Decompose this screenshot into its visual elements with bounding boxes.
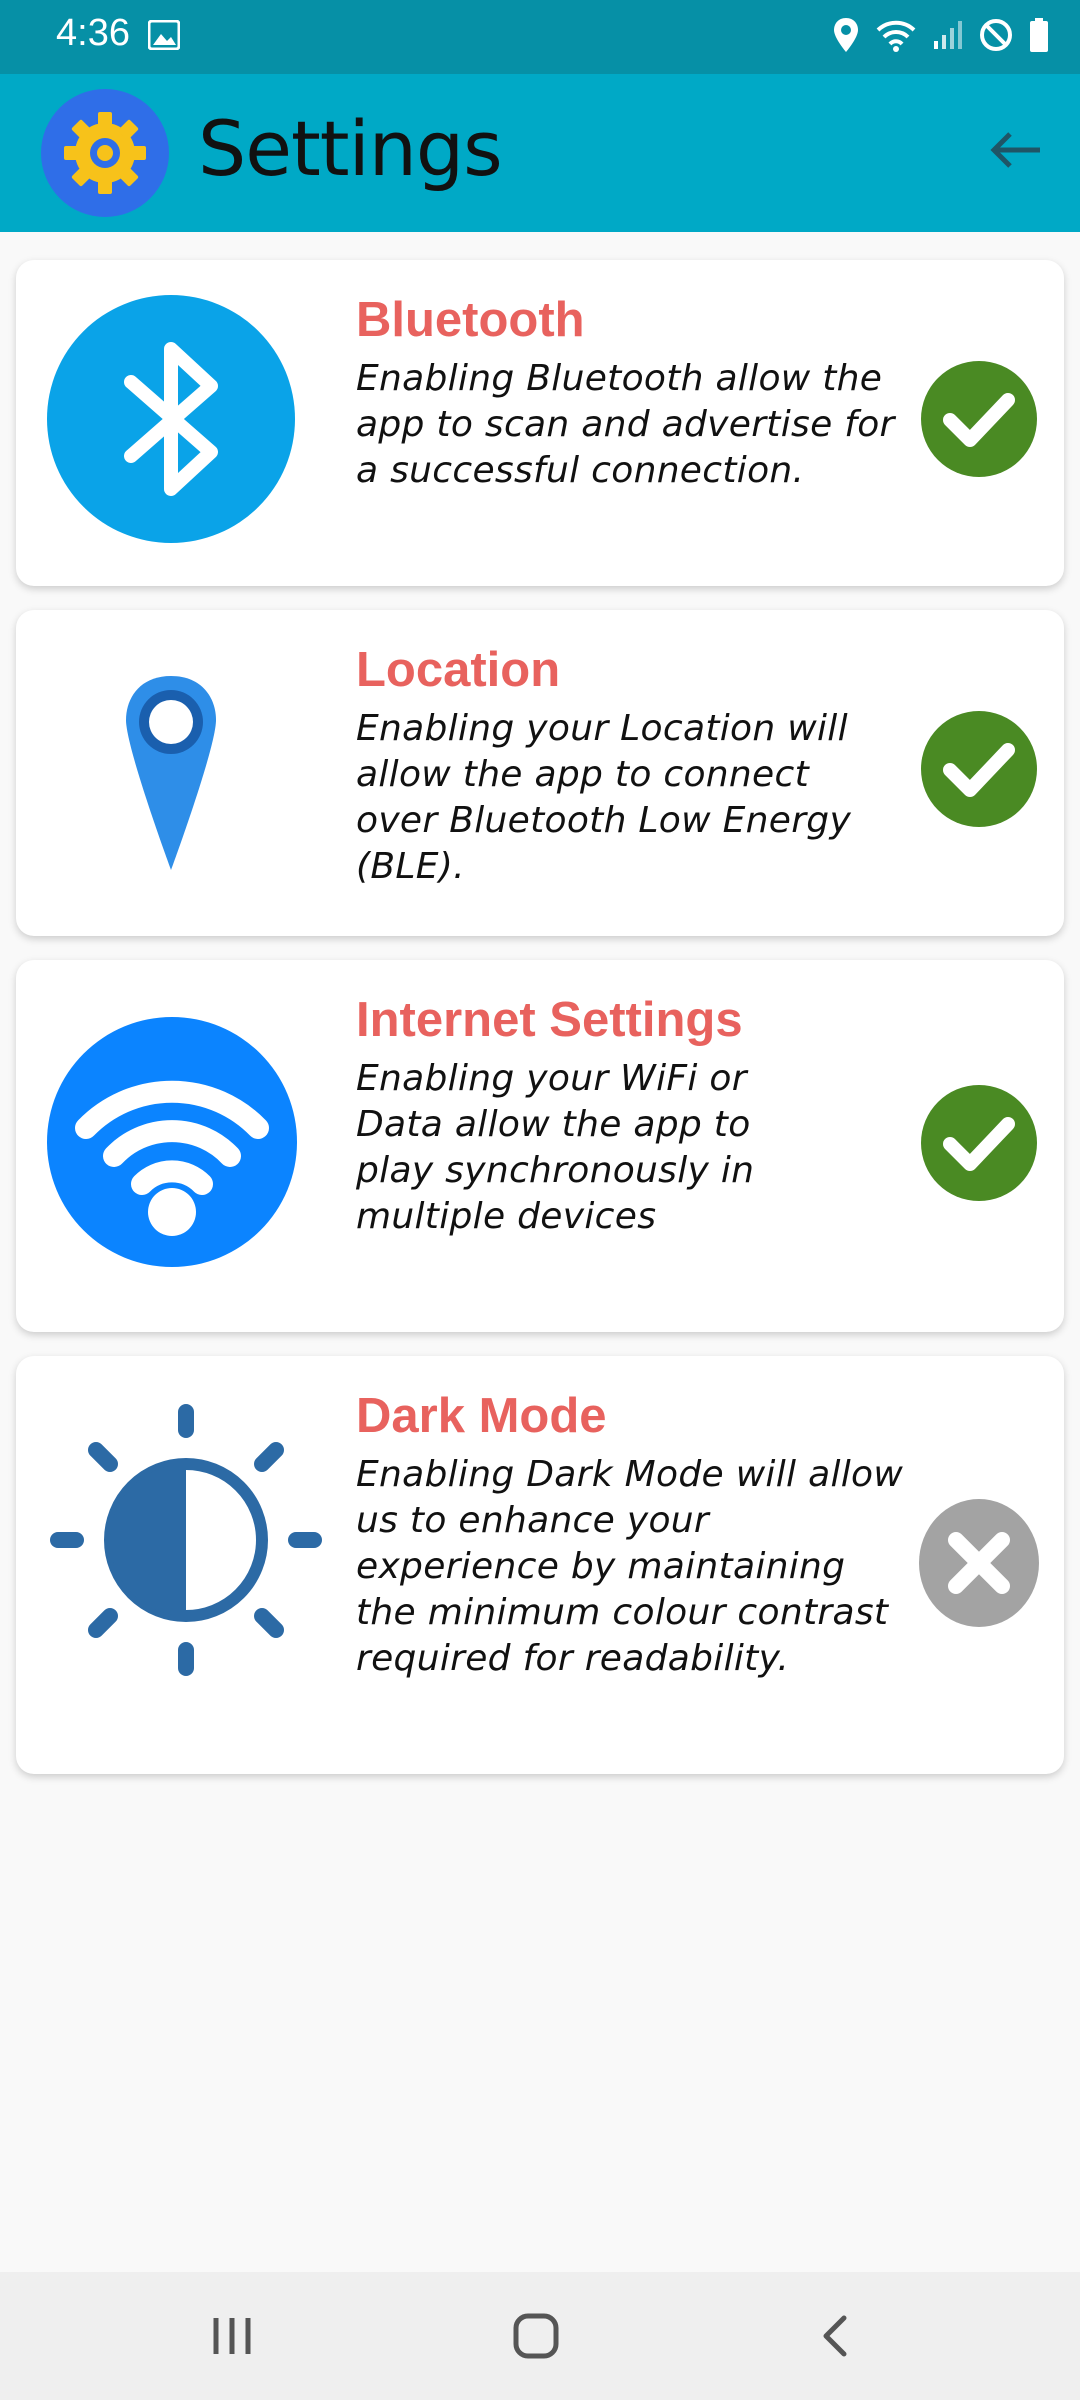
settings-card-internet: Internet Settings Enabling your WiFi or … bbox=[16, 960, 1064, 1332]
card-description: Enabling your WiFi or Data allow the app… bbox=[356, 1058, 755, 1237]
status-icons bbox=[832, 16, 1050, 54]
wifi-icon bbox=[876, 20, 916, 52]
settings-card-dark-mode: Dark Mode Enabling Dark Mode will allow … bbox=[16, 1356, 1064, 1774]
card-description: Enabling Dark Mode will allow us to enha… bbox=[356, 1454, 904, 1679]
signal-icon bbox=[934, 21, 962, 49]
arrow-left-icon[interactable] bbox=[986, 120, 1046, 180]
status-time: 4:36 bbox=[56, 12, 130, 54]
bluetooth-icon bbox=[47, 295, 295, 543]
battery-icon bbox=[1030, 18, 1048, 52]
wifi-icon bbox=[47, 1017, 297, 1267]
card-title: Dark Mode bbox=[356, 1389, 607, 1443]
location-pin-icon bbox=[126, 676, 216, 870]
card-description: Enabling Bluetooth allow the app to scan… bbox=[356, 358, 895, 491]
navigation-bar bbox=[0, 2272, 1080, 2400]
check-icon[interactable] bbox=[920, 1084, 1038, 1202]
app-bar: Settings bbox=[0, 74, 1080, 232]
status-bar: 4:36 bbox=[0, 0, 1080, 74]
close-icon[interactable] bbox=[918, 1498, 1040, 1628]
check-icon[interactable] bbox=[920, 360, 1038, 478]
page-title: Settings bbox=[198, 104, 503, 193]
brightness-icon bbox=[50, 1404, 322, 1676]
home-icon[interactable] bbox=[506, 2306, 566, 2366]
card-title: Location bbox=[356, 643, 561, 697]
location-icon bbox=[834, 18, 858, 52]
card-title: Internet Settings bbox=[356, 993, 743, 1047]
image-icon bbox=[148, 20, 180, 50]
card-title: Bluetooth bbox=[356, 293, 585, 347]
check-icon[interactable] bbox=[920, 710, 1038, 828]
settings-card-bluetooth: Bluetooth Enabling Bluetooth allow the a… bbox=[16, 260, 1064, 586]
back-icon[interactable] bbox=[806, 2306, 866, 2366]
gear-icon bbox=[41, 89, 169, 217]
card-description: Enabling your Location will allow the ap… bbox=[356, 708, 852, 887]
settings-card-location: Location Enabling your Location will all… bbox=[16, 610, 1064, 936]
recent-apps-icon[interactable] bbox=[202, 2306, 262, 2366]
do-not-disturb-icon bbox=[980, 19, 1012, 51]
